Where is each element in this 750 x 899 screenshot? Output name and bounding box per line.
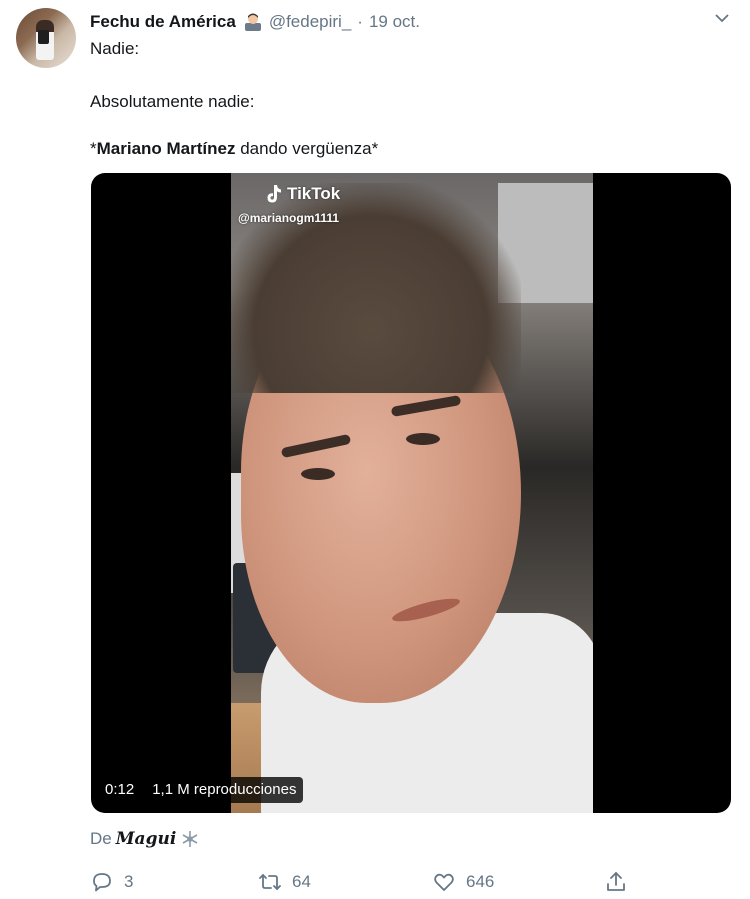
left-brow [280, 433, 352, 459]
right-eye [406, 433, 440, 445]
asterisk-open: * [90, 139, 97, 158]
tweet-text-line-3: *Mariano Martínez dando vergüenza* [90, 138, 378, 160]
share-button[interactable] [604, 870, 628, 894]
retweet-icon [259, 874, 281, 890]
left-eye [301, 468, 335, 480]
text-rest: dando vergüenza* [235, 139, 379, 158]
tiktok-logo-icon [267, 185, 281, 203]
verified-emoji-icon [244, 13, 261, 31]
reply-count: 3 [124, 872, 134, 891]
tweet-actions: 3 64 646 [90, 870, 630, 894]
retweet-button[interactable]: 64 [258, 870, 311, 894]
video-player[interactable]: TikTok @marianogm1111 [91, 173, 731, 813]
tiktok-watermark: TikTok [263, 183, 340, 205]
avatar[interactable] [16, 8, 76, 68]
share-icon [607, 872, 625, 891]
retweet-count: 64 [292, 872, 311, 891]
reply-icon [93, 873, 111, 892]
reply-button[interactable]: 3 [90, 870, 133, 894]
tiktok-brand: TikTok [287, 184, 341, 203]
tweet-date[interactable]: 19 oct. [369, 12, 420, 32]
like-icon [434, 873, 454, 891]
tiktok-username: @marianogm1111 [238, 211, 340, 225]
avatar-phone [38, 30, 49, 44]
chevron-down-icon[interactable] [714, 10, 730, 26]
video-views: 1,1 M reproducciones [145, 777, 304, 803]
tweet-text-line-1: Nadie: [90, 39, 140, 58]
right-brow [390, 394, 462, 418]
video-duration: 0:12 [98, 777, 142, 803]
source-prefix: De [90, 829, 112, 848]
video-source: De Magui [90, 829, 200, 849]
mention-bold: Mariano Martínez [96, 139, 236, 158]
separator: · [357, 12, 363, 31]
display-name[interactable]: Fechu de América [90, 12, 236, 32]
snowflake-icon [182, 831, 198, 847]
video-badges: 0:12 1,1 M reproducciones [98, 777, 304, 803]
like-count: 646 [466, 872, 495, 891]
tweet-text-line-2: Absolutamente nadie: [90, 92, 255, 111]
source-brand[interactable]: Magui [116, 829, 177, 849]
video-frame [231, 173, 593, 813]
tweet-header: Fechu de América @fedepiri_ · 19 oct. [90, 11, 420, 33]
handle[interactable]: @fedepiri_ [269, 12, 351, 32]
like-button[interactable]: 646 [432, 870, 494, 894]
mouth [390, 594, 462, 626]
